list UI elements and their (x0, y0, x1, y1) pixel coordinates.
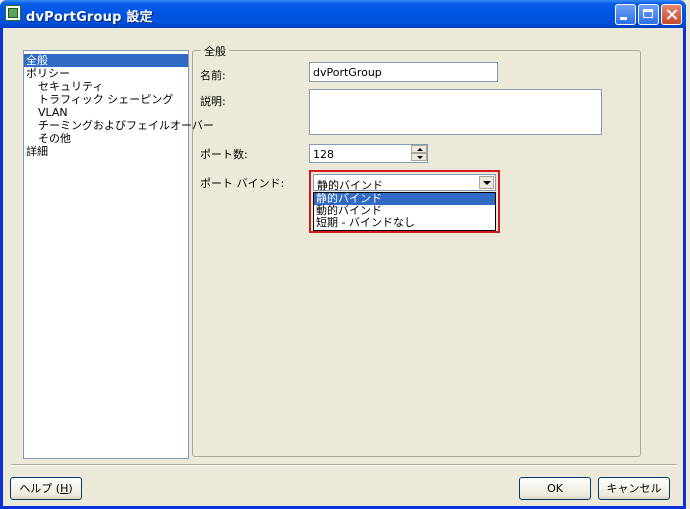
maximize-button[interactable] (638, 4, 659, 25)
general-group-title: 全般 (201, 43, 229, 59)
dialog-window: dvPortGroup 設定 全般 ポリシー セキュリティ トラフィック シェー… (0, 0, 686, 509)
window-title: dvPortGroup 設定 (26, 10, 153, 25)
port-binding-label: ポート バインド: (200, 177, 285, 190)
dropdown-button[interactable] (479, 176, 494, 189)
cancel-button[interactable]: キャンセル (598, 477, 670, 500)
dialog-client-area: 全般 ポリシー セキュリティ トラフィック シェーピング VLAN チーミングお… (3, 28, 683, 506)
chevron-down-icon (483, 181, 491, 185)
tree-item-advanced[interactable]: 詳細 (26, 145, 48, 158)
description-field[interactable] (309, 89, 602, 135)
port-binding-dropdown-list: 静的バインド 動的バインド 短期 - バインドなし (313, 192, 496, 231)
option-ephemeral-no-binding[interactable]: 短期 - バインドなし (314, 217, 495, 229)
arrow-up-icon (417, 148, 423, 151)
title-bar[interactable]: dvPortGroup 設定 (0, 0, 686, 28)
name-label: 名前: (200, 69, 226, 82)
tree-item-security[interactable]: セキュリティ (38, 80, 103, 93)
ports-label: ポート数: (200, 148, 248, 161)
spinner-up-button[interactable] (411, 145, 427, 153)
footer-separator (11, 464, 677, 466)
tree-item-general[interactable]: 全般 (24, 54, 188, 67)
help-button-label: ヘルプ ( (19, 482, 61, 495)
tree-item-policies[interactable]: ポリシー (26, 67, 70, 80)
close-button[interactable] (661, 4, 682, 25)
port-binding-selected-value: 静的バインド (317, 179, 383, 192)
tree-item-teaming-failover[interactable]: チーミングおよびフェイルオーバー (38, 119, 214, 132)
port-binding-highlight: 静的バインド 静的バインド 動的バインド 短期 - バインドなし (309, 170, 500, 233)
arrow-down-icon (417, 156, 423, 159)
port-binding-combobox[interactable]: 静的バインド (313, 174, 496, 192)
dvportgroup-icon (5, 5, 21, 21)
spinner-down-button[interactable] (411, 153, 427, 161)
tree-item-traffic-shaping[interactable]: トラフィック シェーピング (38, 93, 173, 106)
ok-button[interactable]: OK (519, 477, 591, 500)
name-field[interactable]: dvPortGroup (309, 62, 498, 82)
description-label: 説明: (200, 95, 226, 108)
tree-item-vlan[interactable]: VLAN (38, 106, 68, 119)
help-button-suffix: ) (68, 482, 73, 495)
help-button[interactable]: ヘルプ (H) (10, 477, 82, 500)
tree-item-miscellaneous[interactable]: その他 (38, 132, 71, 145)
minimize-button[interactable] (615, 4, 636, 25)
settings-tree[interactable]: 全般 ポリシー セキュリティ トラフィック シェーピング VLAN チーミングお… (23, 50, 214, 459)
